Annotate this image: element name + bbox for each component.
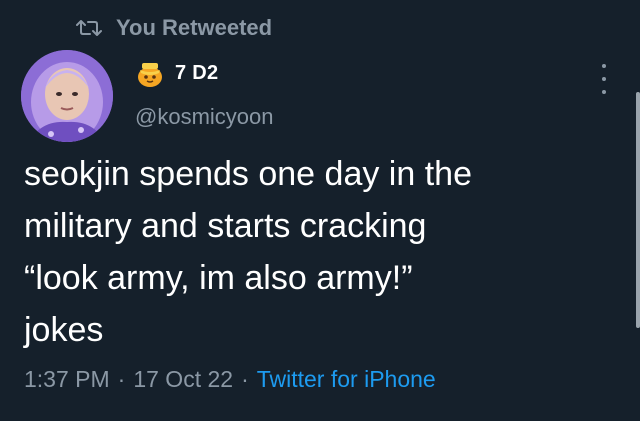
more-dot bbox=[602, 90, 606, 94]
author-handle[interactable]: @kosmicyoon bbox=[135, 104, 274, 130]
meta-separator: · bbox=[241, 366, 249, 392]
avatar-image bbox=[21, 50, 113, 142]
honey-pot-emoji-icon bbox=[138, 63, 162, 87]
tweet-text-line: military and starts cracking bbox=[24, 207, 427, 245]
scrollbar[interactable] bbox=[636, 92, 640, 328]
author-display-name[interactable]: 7 D2 bbox=[175, 62, 218, 85]
retweet-banner: You Retweeted bbox=[76, 12, 272, 44]
avatar[interactable] bbox=[21, 50, 113, 142]
tweet-text-line: jokes bbox=[24, 311, 104, 349]
more-options-icon[interactable] bbox=[594, 64, 614, 94]
retweet-icon bbox=[76, 20, 102, 36]
tweet-text-line: seokjin spends one day in the bbox=[24, 155, 472, 193]
meta-separator: · bbox=[117, 366, 126, 392]
tweet-source-link[interactable]: Twitter for iPhone bbox=[257, 366, 436, 393]
tweet-text-line: “look army, im also army!” bbox=[24, 259, 413, 297]
tweet-time[interactable]: 1:37 PM bbox=[24, 366, 110, 393]
tweet-card[interactable]: You Retweeted 7 D2 @kosmicyoon seokjin s… bbox=[0, 0, 640, 421]
tweet-meta: 1:37 PM · 17 Oct 22 · Twitter for iPhone bbox=[24, 366, 436, 393]
tweet-text: seokjin spends one day in the military a… bbox=[24, 148, 614, 356]
retweet-label: You Retweeted bbox=[116, 15, 273, 40]
author-name-row[interactable]: 7 D2 bbox=[135, 56, 218, 90]
more-dot bbox=[602, 77, 606, 81]
more-dot bbox=[602, 64, 606, 68]
tweet-date[interactable]: 17 Oct 22 bbox=[133, 366, 233, 393]
